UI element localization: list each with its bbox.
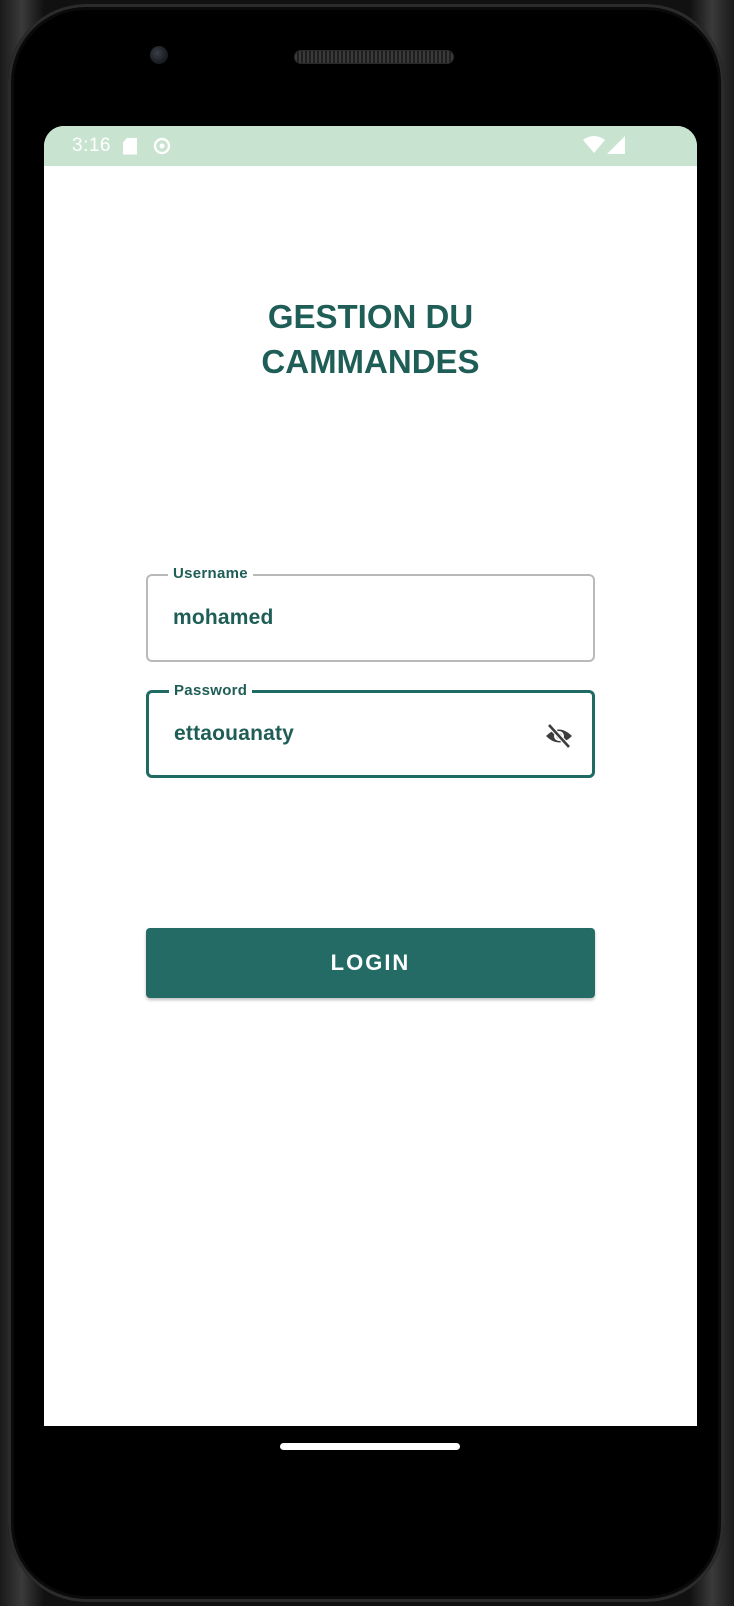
front-camera: [150, 46, 168, 64]
username-input[interactable]: mohamed: [173, 606, 274, 630]
phone-frame: 3:16 GESTION DU CAMMANDES Username moham…: [8, 4, 724, 1602]
password-field[interactable]: Password ettaouanaty: [146, 681, 595, 778]
password-input[interactable]: ettaouanaty: [174, 722, 294, 746]
status-right-icons: [583, 136, 625, 159]
app-title: GESTION DU CAMMANDES: [44, 294, 697, 384]
app-screen: 3:16 GESTION DU CAMMANDES Username moham…: [44, 126, 697, 1426]
earpiece-speaker: [294, 50, 454, 64]
login-button[interactable]: LOGIN: [146, 928, 595, 998]
status-time: 3:16: [72, 135, 111, 156]
sd-card-icon: [122, 137, 137, 155]
visibility-off-icon[interactable]: [544, 721, 574, 751]
app-title-line-1: GESTION DU: [267, 298, 474, 335]
cellular-signal-icon: [607, 136, 625, 159]
wifi-icon: [583, 136, 605, 159]
status-bar: 3:16: [44, 126, 697, 166]
app-title-line-2: CAMMANDES: [261, 343, 480, 380]
username-label: Username: [168, 564, 253, 584]
username-field[interactable]: Username mohamed: [146, 564, 595, 662]
home-indicator[interactable]: [280, 1443, 460, 1450]
password-label: Password: [169, 681, 253, 701]
settings-icon: [153, 137, 171, 155]
